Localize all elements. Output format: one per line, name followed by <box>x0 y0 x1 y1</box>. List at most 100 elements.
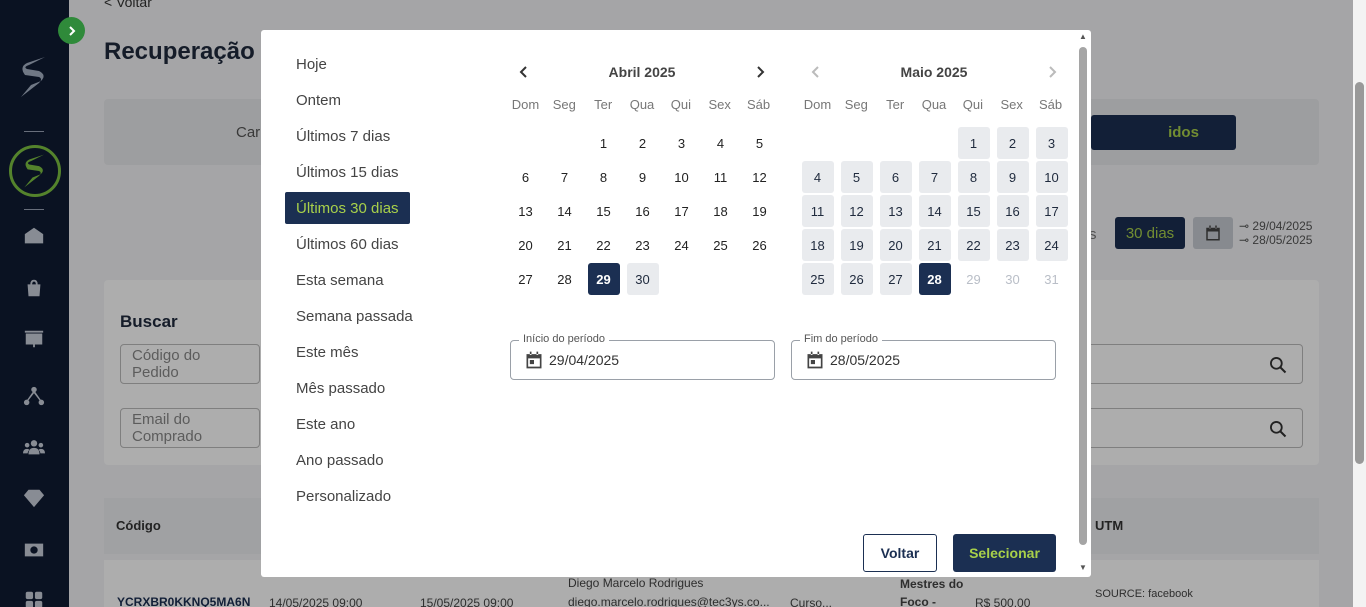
calendar-day[interactable]: 1 <box>584 126 623 160</box>
calendar-day-number: 30 <box>1005 271 1020 287</box>
calendar-day[interactable]: 14 <box>545 194 584 228</box>
calendar-day[interactable]: 3 <box>662 126 701 160</box>
calendar-day[interactable]: 29 <box>584 262 623 296</box>
calendar-day[interactable]: 21 <box>915 228 954 262</box>
calendar-day-number: 27 <box>518 271 533 287</box>
calendar-day[interactable]: 14 <box>915 194 954 228</box>
start-date-field[interactable]: Início do período 29/04/2025 <box>510 333 775 380</box>
calendar-day[interactable]: 6 <box>506 160 545 194</box>
preset-option[interactable]: Últimos 15 dias <box>285 156 410 188</box>
calendar-day-number: 1 <box>957 127 990 159</box>
calendar-day[interactable]: 20 <box>876 228 915 262</box>
calendar-day[interactable]: 21 <box>545 228 584 262</box>
calendar-day[interactable]: 25 <box>701 228 740 262</box>
scroll-down-arrow-icon[interactable]: ▼ <box>1079 563 1087 572</box>
weekday-row: Dom Seg Ter Qua Qui Sex Sáb <box>506 97 778 112</box>
weekday-label: Qua <box>629 97 655 112</box>
calendar-day[interactable]: 11 <box>798 194 837 228</box>
calendar-day[interactable]: 19 <box>837 228 876 262</box>
calendar-day[interactable]: 13 <box>506 194 545 228</box>
calendar-day[interactable]: 6 <box>876 160 915 194</box>
calendar-day[interactable]: 20 <box>506 228 545 262</box>
calendar-day[interactable]: 4 <box>701 126 740 160</box>
calendar-day[interactable]: 5 <box>740 126 779 160</box>
preset-option[interactable]: Ano passado <box>285 444 410 476</box>
calendar-day[interactable]: 24 <box>662 228 701 262</box>
calendar-day[interactable]: 3 <box>1032 126 1071 160</box>
calendar-day[interactable]: 15 <box>954 194 993 228</box>
preset-option[interactable]: Últimos 7 dias <box>285 120 410 152</box>
calendar-day-number: 20 <box>879 229 912 261</box>
select-button[interactable]: Selecionar <box>953 534 1056 572</box>
calendar-day[interactable]: 18 <box>798 228 837 262</box>
weekday-label: Dom <box>511 97 540 112</box>
chevron-right-icon <box>757 66 765 78</box>
calendar-day[interactable]: 27 <box>506 262 545 296</box>
end-date-value: 28/05/2025 <box>830 352 901 368</box>
calendar-day[interactable]: 7 <box>915 160 954 194</box>
preset-option[interactable]: Últimos 60 dias <box>285 228 410 260</box>
calendar-day[interactable]: 27 <box>876 262 915 296</box>
calendar-day-number: 17 <box>674 203 689 219</box>
preset-option[interactable]: Mês passado <box>285 372 410 404</box>
calendar-day[interactable]: 22 <box>954 228 993 262</box>
calendar-day[interactable]: 12 <box>740 160 779 194</box>
calendar-day[interactable]: 9 <box>623 160 662 194</box>
preset-option[interactable]: Personalizado <box>285 480 410 512</box>
calendar-day[interactable]: 28 <box>545 262 584 296</box>
calendar-day-number: 11 <box>713 169 728 185</box>
calendar-day[interactable]: 2 <box>993 126 1032 160</box>
calendar-day[interactable]: 11 <box>701 160 740 194</box>
end-date-field[interactable]: Fim do período 28/05/2025 <box>791 333 1056 380</box>
preset-option[interactable]: Este ano <box>285 408 410 440</box>
modal-scrollbar[interactable]: ▲ ▼ <box>1076 30 1091 577</box>
calendar-day[interactable]: 5 <box>837 160 876 194</box>
calendar-day[interactable]: 10 <box>662 160 701 194</box>
calendar-day[interactable]: 8 <box>954 160 993 194</box>
back-button[interactable]: Voltar <box>863 534 937 572</box>
calendar-day[interactable]: 26 <box>740 228 779 262</box>
calendar-day[interactable]: 17 <box>662 194 701 228</box>
calendar-day[interactable]: 15 <box>584 194 623 228</box>
calendar-month-may: Maio 2025 Dom Seg Ter Qua Qui Sex Sáb 12345678… <box>798 57 1070 296</box>
preset-option[interactable]: Ontem <box>285 84 410 116</box>
calendar-day[interactable]: 10 <box>1032 160 1071 194</box>
calendar-day[interactable]: 16 <box>993 194 1032 228</box>
calendar-day[interactable]: 2 <box>623 126 662 160</box>
calendar-day[interactable]: 1 <box>954 126 993 160</box>
preset-option[interactable]: Últimos 30 dias <box>285 192 410 224</box>
preset-option[interactable]: Este mês <box>285 336 410 368</box>
calendar-day[interactable]: 25 <box>798 262 837 296</box>
day-grid: 1 2 3 4 5 6 7 8 9 10 11 12 13 14 15 16 17 18 19 20 21 22 23 24 2… <box>506 126 778 296</box>
page-scrollbar[interactable] <box>1353 0 1366 607</box>
calendar-day[interactable]: 28 <box>915 262 954 296</box>
weekday-label: Seg <box>552 97 576 112</box>
sidebar-expand-toggle[interactable] <box>58 17 85 44</box>
calendar-day[interactable]: 17 <box>1032 194 1071 228</box>
calendar-day[interactable]: 9 <box>993 160 1032 194</box>
prev-month-button[interactable] <box>512 60 536 84</box>
calendar-day-number: 3 <box>1035 127 1068 159</box>
calendar-day[interactable]: 30 <box>623 262 662 296</box>
preset-option[interactable]: Hoje <box>285 48 410 80</box>
calendar-day[interactable]: 22 <box>584 228 623 262</box>
calendar-day[interactable]: 23 <box>993 228 1032 262</box>
calendar-day[interactable]: 13 <box>876 194 915 228</box>
calendar-day[interactable]: 12 <box>837 194 876 228</box>
calendar-day[interactable]: 26 <box>837 262 876 296</box>
calendar-day[interactable]: 8 <box>584 160 623 194</box>
modal-scrollbar-thumb[interactable] <box>1079 47 1087 545</box>
preset-option[interactable]: Esta semana <box>285 264 410 296</box>
calendar-day[interactable]: 23 <box>623 228 662 262</box>
calendar-day[interactable]: 4 <box>798 160 837 194</box>
page-scrollbar-thumb[interactable] <box>1355 82 1364 464</box>
calendar-day[interactable]: 16 <box>623 194 662 228</box>
preset-option[interactable]: Semana passada <box>285 300 413 332</box>
next-month-button[interactable] <box>748 60 772 84</box>
calendar-day[interactable]: 18 <box>701 194 740 228</box>
calendar-day[interactable]: 19 <box>740 194 779 228</box>
calendar-day[interactable]: 24 <box>1032 228 1071 262</box>
calendar-day-number: 6 <box>879 161 912 193</box>
calendar-day[interactable]: 7 <box>545 160 584 194</box>
scroll-up-arrow-icon[interactable]: ▲ <box>1079 32 1087 41</box>
